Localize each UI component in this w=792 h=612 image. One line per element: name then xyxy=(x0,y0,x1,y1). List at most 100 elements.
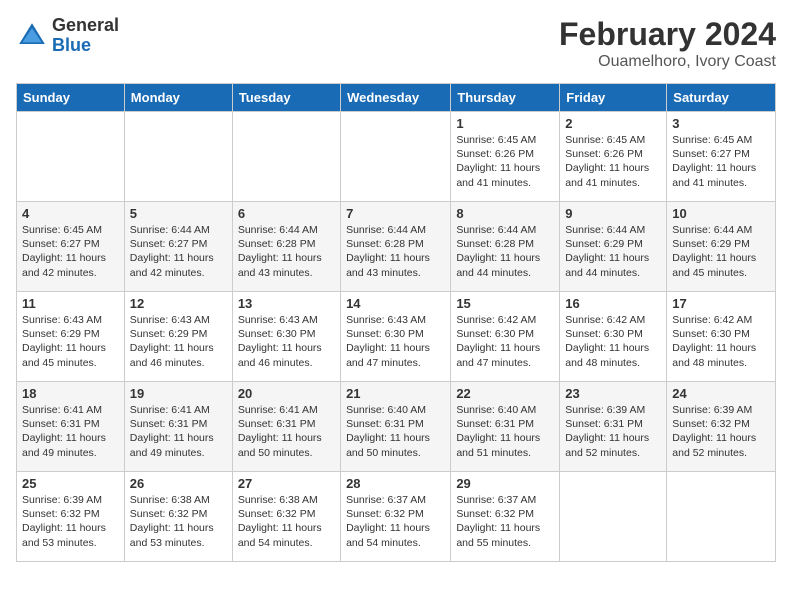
calendar-cell: 15Sunrise: 6:42 AMSunset: 6:30 PMDayligh… xyxy=(451,292,560,382)
sunset-time: Sunset: 6:30 PM xyxy=(565,328,643,340)
week-row-1: 1 Sunrise: 6:45 AMSunset: 6:26 PMDaylight… xyxy=(17,112,776,202)
week-row-3: 11Sunrise: 6:43 AMSunset: 6:29 PMDayligh… xyxy=(17,292,776,382)
day-number: 26 xyxy=(130,476,227,491)
sunrise-time: Sunrise: 6:45 AM xyxy=(456,134,536,146)
sunrise-time: Sunrise: 6:41 AM xyxy=(22,404,102,416)
day-number: 18 xyxy=(22,386,119,401)
sunrise-time: Sunrise: 6:44 AM xyxy=(565,224,645,236)
calendar-cell: 28Sunrise: 6:37 AMSunset: 6:32 PMDayligh… xyxy=(341,472,451,562)
daylight-info: Daylight: 11 hours and 44 minutes. xyxy=(565,252,649,278)
daylight-info: Daylight: 11 hours and 49 minutes. xyxy=(22,432,106,458)
day-info: Sunrise: 6:39 AMSunset: 6:32 PMDaylight:… xyxy=(672,403,770,460)
daylight-info: Daylight: 11 hours and 53 minutes. xyxy=(130,522,214,548)
day-number: 1 xyxy=(456,116,554,131)
calendar-title: February 2024 xyxy=(559,16,776,53)
calendar-cell: 12Sunrise: 6:43 AMSunset: 6:29 PMDayligh… xyxy=(124,292,232,382)
week-row-2: 4 Sunrise: 6:45 AMSunset: 6:27 PMDaylight… xyxy=(17,202,776,292)
calendar-cell: 19Sunrise: 6:41 AMSunset: 6:31 PMDayligh… xyxy=(124,382,232,472)
sunset-time: Sunset: 6:31 PM xyxy=(238,418,316,430)
header-wednesday: Wednesday xyxy=(341,84,451,112)
day-number: 27 xyxy=(238,476,335,491)
day-info: Sunrise: 6:44 AMSunset: 6:29 PMDaylight:… xyxy=(565,223,661,280)
sunset-time: Sunset: 6:27 PM xyxy=(672,148,750,160)
calendar-cell: 18Sunrise: 6:41 AMSunset: 6:31 PMDayligh… xyxy=(17,382,125,472)
sunrise-time: Sunrise: 6:41 AM xyxy=(130,404,210,416)
sunrise-time: Sunrise: 6:38 AM xyxy=(130,494,210,506)
sunrise-time: Sunrise: 6:39 AM xyxy=(565,404,645,416)
day-info: Sunrise: 6:45 AMSunset: 6:27 PMDaylight:… xyxy=(22,223,119,280)
header-saturday: Saturday xyxy=(667,84,776,112)
header-tuesday: Tuesday xyxy=(232,84,340,112)
daylight-info: Daylight: 11 hours and 55 minutes. xyxy=(456,522,540,548)
calendar-cell: 23Sunrise: 6:39 AMSunset: 6:31 PMDayligh… xyxy=(560,382,667,472)
day-info: Sunrise: 6:45 AMSunset: 6:27 PMDaylight:… xyxy=(672,133,770,190)
day-number: 9 xyxy=(565,206,661,221)
day-number: 2 xyxy=(565,116,661,131)
daylight-info: Daylight: 11 hours and 51 minutes. xyxy=(456,432,540,458)
daylight-info: Daylight: 11 hours and 41 minutes. xyxy=(456,162,540,188)
day-number: 8 xyxy=(456,206,554,221)
sunrise-time: Sunrise: 6:43 AM xyxy=(130,314,210,326)
calendar-subtitle: Ouamelhoro, Ivory Coast xyxy=(559,53,776,71)
calendar-cell: 9 Sunrise: 6:44 AMSunset: 6:29 PMDaylight… xyxy=(560,202,667,292)
day-number: 10 xyxy=(672,206,770,221)
day-info: Sunrise: 6:44 AMSunset: 6:28 PMDaylight:… xyxy=(456,223,554,280)
sunrise-time: Sunrise: 6:43 AM xyxy=(22,314,102,326)
day-info: Sunrise: 6:40 AMSunset: 6:31 PMDaylight:… xyxy=(346,403,445,460)
sunrise-time: Sunrise: 6:43 AM xyxy=(238,314,318,326)
sunset-time: Sunset: 6:32 PM xyxy=(346,508,424,520)
day-info: Sunrise: 6:41 AMSunset: 6:31 PMDaylight:… xyxy=(130,403,227,460)
day-number: 20 xyxy=(238,386,335,401)
generalblue-icon xyxy=(16,20,48,52)
sunset-time: Sunset: 6:32 PM xyxy=(130,508,208,520)
calendar-cell: 7Sunrise: 6:44 AMSunset: 6:28 PMDaylight… xyxy=(341,202,451,292)
day-info: Sunrise: 6:43 AMSunset: 6:29 PMDaylight:… xyxy=(22,313,119,370)
daylight-info: Daylight: 11 hours and 52 minutes. xyxy=(672,432,756,458)
day-info: Sunrise: 6:37 AMSunset: 6:32 PMDaylight:… xyxy=(346,493,445,550)
daylight-info: Daylight: 11 hours and 43 minutes. xyxy=(346,252,430,278)
day-number: 6 xyxy=(238,206,335,221)
daylight-info: Daylight: 11 hours and 41 minutes. xyxy=(565,162,649,188)
day-number: 22 xyxy=(456,386,554,401)
day-info: Sunrise: 6:38 AM Sunset: 6:32 PM Daylight:… xyxy=(130,493,227,550)
sunrise-time: Sunrise: 6:44 AM xyxy=(238,224,318,236)
sunset-time: Sunset: 6:31 PM xyxy=(456,418,534,430)
sunrise-time: Sunrise: 6:43 AM xyxy=(346,314,426,326)
sunrise-time: Sunrise: 6:37 AM xyxy=(346,494,426,506)
sunrise-time: Sunrise: 6:42 AM xyxy=(672,314,752,326)
day-number: 5 xyxy=(130,206,227,221)
day-info: Sunrise: 6:44 AMSunset: 6:29 PMDaylight:… xyxy=(672,223,770,280)
daylight-info: Daylight: 11 hours and 42 minutes. xyxy=(22,252,106,278)
calendar-cell: 14Sunrise: 6:43 AMSunset: 6:30 PMDayligh… xyxy=(341,292,451,382)
sunset-time: Sunset: 6:29 PM xyxy=(22,328,100,340)
header-friday: Friday xyxy=(560,84,667,112)
day-number: 3 xyxy=(672,116,770,131)
daylight-info: Daylight: 11 hours and 50 minutes. xyxy=(346,432,430,458)
sunset-time: Sunset: 6:28 PM xyxy=(238,238,316,250)
day-info: Sunrise: 6:45 AMSunset: 6:26 PMDaylight:… xyxy=(456,133,554,190)
sunset-time: Sunset: 6:32 PM xyxy=(22,508,100,520)
day-number: 24 xyxy=(672,386,770,401)
sunrise-time: Sunrise: 6:38 AM xyxy=(238,494,318,506)
calendar-cell xyxy=(560,472,667,562)
calendar-cell: 11Sunrise: 6:43 AMSunset: 6:29 PMDayligh… xyxy=(17,292,125,382)
calendar-cell: 17Sunrise: 6:42 AMSunset: 6:30 PMDayligh… xyxy=(667,292,776,382)
calendar-cell: 4 Sunrise: 6:45 AMSunset: 6:27 PMDaylight… xyxy=(17,202,125,292)
day-info: Sunrise: 6:43 AMSunset: 6:30 PMDaylight:… xyxy=(238,313,335,370)
day-number: 4 xyxy=(22,206,119,221)
day-info: Sunrise: 6:43 AMSunset: 6:30 PMDaylight:… xyxy=(346,313,445,370)
calendar-cell: 26 Sunrise: 6:38 AM Sunset: 6:32 PM Dayligh… xyxy=(124,472,232,562)
daylight-info: Daylight: 11 hours and 53 minutes. xyxy=(22,522,106,548)
daylight-info: Daylight: 11 hours and 48 minutes. xyxy=(672,342,756,368)
sunrise-time: Sunrise: 6:42 AM xyxy=(456,314,536,326)
daylight-info: Daylight: 11 hours and 44 minutes. xyxy=(456,252,540,278)
day-info: Sunrise: 6:39 AM Sunset: 6:32 PM Daylight:… xyxy=(22,493,119,550)
sunrise-time: Sunrise: 6:37 AM xyxy=(456,494,536,506)
day-number: 21 xyxy=(346,386,445,401)
day-info: Sunrise: 6:40 AMSunset: 6:31 PMDaylight:… xyxy=(456,403,554,460)
week-row-5: 25Sunrise: 6:39 AMSunset: 6:32 PMDayligh… xyxy=(17,472,776,562)
sunset-time: Sunset: 6:28 PM xyxy=(456,238,534,250)
day-info: Sunrise: 6:44 AMSunset: 6:28 PMDaylight:… xyxy=(238,223,335,280)
sunrise-time: Sunrise: 6:44 AM xyxy=(672,224,752,236)
sunrise-time: Sunrise: 6:39 AM xyxy=(22,494,102,506)
